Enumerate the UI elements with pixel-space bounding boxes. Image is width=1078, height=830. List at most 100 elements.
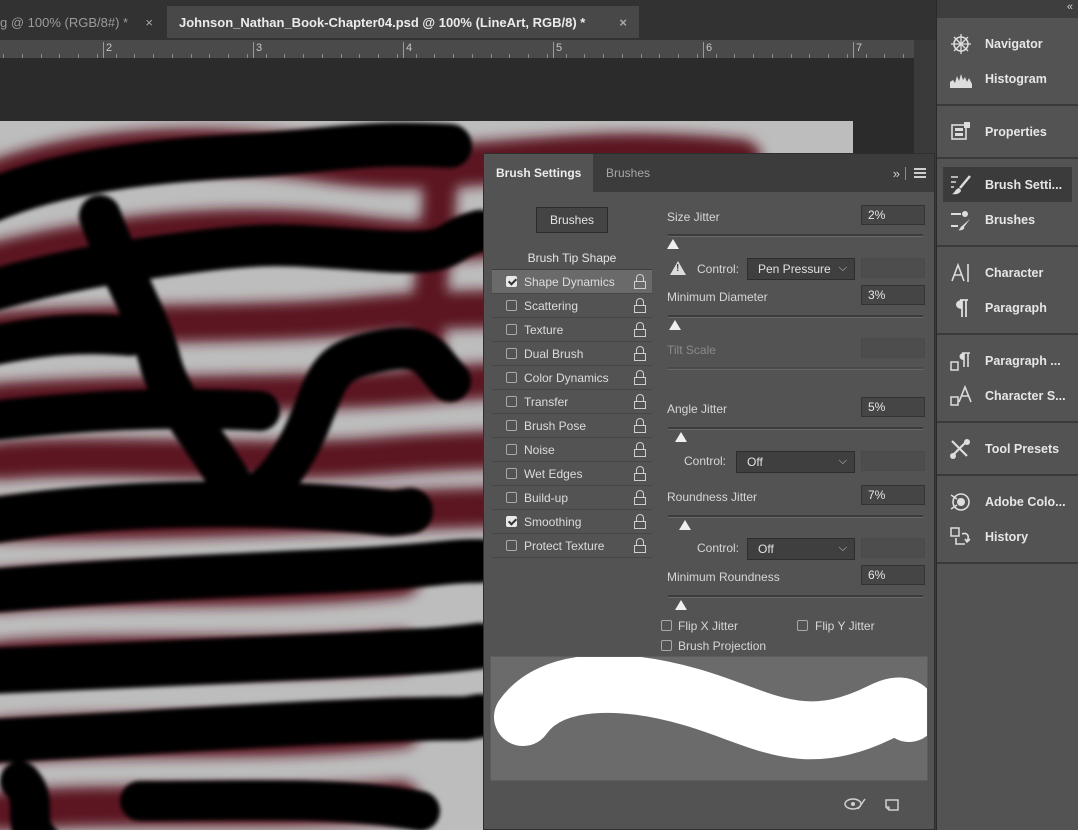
- tilt-scale-slider: [668, 367, 923, 370]
- character-icon: [949, 262, 973, 284]
- option-checkbox[interactable]: [506, 540, 517, 551]
- dock-item-histogram[interactable]: Histogram: [937, 61, 1078, 96]
- lock-icon[interactable]: [634, 370, 646, 386]
- dock-item-character-styles[interactable]: Character S...: [937, 378, 1078, 413]
- option-checkbox[interactable]: [506, 468, 517, 479]
- option-checkbox[interactable]: [506, 420, 517, 431]
- brush-option-texture[interactable]: Texture: [492, 318, 652, 342]
- dock-item-properties[interactable]: Properties: [937, 114, 1078, 149]
- panel-menu-icon[interactable]: [914, 168, 926, 178]
- lock-icon[interactable]: [634, 394, 646, 410]
- dock-item-tool-presets[interactable]: Tool Presets: [937, 431, 1078, 466]
- ruler-label: 7: [856, 42, 863, 54]
- dock-item-character[interactable]: Character: [937, 255, 1078, 290]
- brush-option-noise[interactable]: Noise: [492, 438, 652, 462]
- ruler-minor-tick: [22, 54, 23, 58]
- tab-close-icon[interactable]: ×: [619, 15, 627, 30]
- dock-item-paragraph-styles[interactable]: Paragraph ...: [937, 343, 1078, 378]
- angle-jitter-slider[interactable]: [668, 427, 923, 430]
- tilt-scale-label: Tilt Scale: [667, 343, 716, 357]
- option-checkbox[interactable]: [506, 372, 517, 383]
- brush-option-brush-pose[interactable]: Brush Pose: [492, 414, 652, 438]
- angle-jitter-field[interactable]: 5%: [861, 397, 925, 417]
- dock-item-paragraph[interactable]: Paragraph: [937, 290, 1078, 325]
- brush-option-dual-brush[interactable]: Dual Brush: [492, 342, 652, 366]
- minimum-diameter-field[interactable]: 3%: [861, 285, 925, 305]
- dock-item-adobe-color[interactable]: Adobe Colo...: [937, 484, 1078, 519]
- tab-close-icon[interactable]: ×: [145, 15, 153, 30]
- lock-icon[interactable]: [634, 442, 646, 458]
- dock-item-label: Brushes: [985, 212, 1036, 227]
- lock-icon[interactable]: [634, 346, 646, 362]
- toggle-live-tip-preview-icon[interactable]: [844, 797, 866, 811]
- lock-icon[interactable]: [634, 274, 646, 290]
- flip-x-checkbox[interactable]: [661, 620, 672, 631]
- roundness-jitter-thumb[interactable]: [679, 520, 691, 530]
- lock-icon[interactable]: [634, 322, 646, 338]
- lock-icon[interactable]: [634, 538, 646, 554]
- brush-projection-checkbox[interactable]: [661, 640, 672, 651]
- lock-icon[interactable]: [634, 418, 646, 434]
- option-checkbox[interactable]: [506, 396, 517, 407]
- dock-item-history[interactable]: History: [937, 519, 1078, 554]
- angle-jitter-thumb[interactable]: [675, 432, 687, 442]
- brush-option-protect-texture[interactable]: Protect Texture: [492, 534, 652, 558]
- document-tab-active[interactable]: Johnson_Nathan_Book-Chapter04.psd @ 100%…: [167, 6, 639, 38]
- minimum-diameter-thumb[interactable]: [669, 320, 681, 330]
- create-new-brush-icon[interactable]: [885, 797, 899, 811]
- option-checkbox[interactable]: [506, 444, 517, 455]
- lock-icon[interactable]: [634, 490, 646, 506]
- brush-option-transfer[interactable]: Transfer: [492, 390, 652, 414]
- brush-option-shape-dynamics[interactable]: Shape Dynamics: [492, 270, 652, 294]
- expand-icon[interactable]: »: [893, 166, 900, 181]
- ruler-tick: [103, 42, 104, 58]
- minimum-roundness-thumb[interactable]: [675, 600, 687, 610]
- roundness-jitter-slider[interactable]: [668, 515, 923, 518]
- flip-y-checkbox[interactable]: [797, 620, 808, 631]
- brush-option-smoothing[interactable]: Smoothing: [492, 510, 652, 534]
- option-label: Shape Dynamics: [524, 275, 615, 289]
- brush-option-color-dynamics[interactable]: Color Dynamics: [492, 366, 652, 390]
- dock-item-navigator[interactable]: Navigator: [937, 26, 1078, 61]
- brush-option-wet-edges[interactable]: Wet Edges: [492, 462, 652, 486]
- brush-option-scattering[interactable]: Scattering: [492, 294, 652, 318]
- option-label: Color Dynamics: [524, 371, 609, 385]
- brushes-button[interactable]: Brushes: [536, 207, 608, 233]
- option-checkbox[interactable]: [506, 300, 517, 311]
- collapse-icon[interactable]: «: [1067, 1, 1073, 13]
- size-jitter-label: Size Jitter: [667, 210, 720, 224]
- dock-group: Navigator Histogram: [937, 18, 1078, 106]
- tab-brush-settings[interactable]: Brush Settings: [484, 154, 594, 192]
- brush-tip-shape-item[interactable]: Brush Tip Shape: [492, 246, 652, 270]
- tab-brushes[interactable]: Brushes: [594, 154, 662, 192]
- lock-icon[interactable]: [634, 298, 646, 314]
- ruler-minor-tick: [266, 54, 267, 58]
- option-checkbox[interactable]: [506, 516, 517, 527]
- lock-icon[interactable]: [634, 466, 646, 482]
- minimum-roundness-field[interactable]: 6%: [861, 565, 925, 585]
- option-checkbox[interactable]: [506, 348, 517, 359]
- minimum-roundness-slider[interactable]: [668, 595, 923, 598]
- minimum-diameter-slider[interactable]: [668, 315, 923, 318]
- brush-option-build-up[interactable]: Build-up: [492, 486, 652, 510]
- control-dropdown[interactable]: Off ⌵: [736, 451, 855, 473]
- size-jitter-thumb[interactable]: [667, 239, 679, 249]
- lock-icon[interactable]: [634, 514, 646, 530]
- option-checkbox[interactable]: [506, 276, 517, 287]
- control-dropdown[interactable]: Off ⌵: [747, 538, 855, 560]
- size-jitter-field[interactable]: 2%: [861, 205, 925, 225]
- panel-dock: « Navigator Histogram Properties Brush Sett…: [936, 0, 1078, 830]
- ruler-minor-tick: [172, 54, 173, 58]
- size-jitter-slider[interactable]: [668, 234, 923, 237]
- document-tab-inactive[interactable]: g @ 100% (RGB/8#) * ×: [0, 6, 167, 38]
- ruler-minor-tick: [97, 54, 98, 58]
- ruler-minor-tick: [416, 54, 417, 58]
- dock-item-brush-settings[interactable]: Brush Setti...: [943, 167, 1072, 202]
- option-checkbox[interactable]: [506, 492, 517, 503]
- option-checkbox[interactable]: [506, 324, 517, 335]
- control-dropdown[interactable]: Pen Pressure ⌵: [747, 258, 855, 280]
- dock-item-brushes[interactable]: Brushes: [937, 202, 1078, 237]
- ruler-minor-tick: [641, 54, 642, 58]
- roundness-jitter-field[interactable]: 7%: [861, 485, 925, 505]
- ruler-minor-tick: [453, 54, 454, 58]
